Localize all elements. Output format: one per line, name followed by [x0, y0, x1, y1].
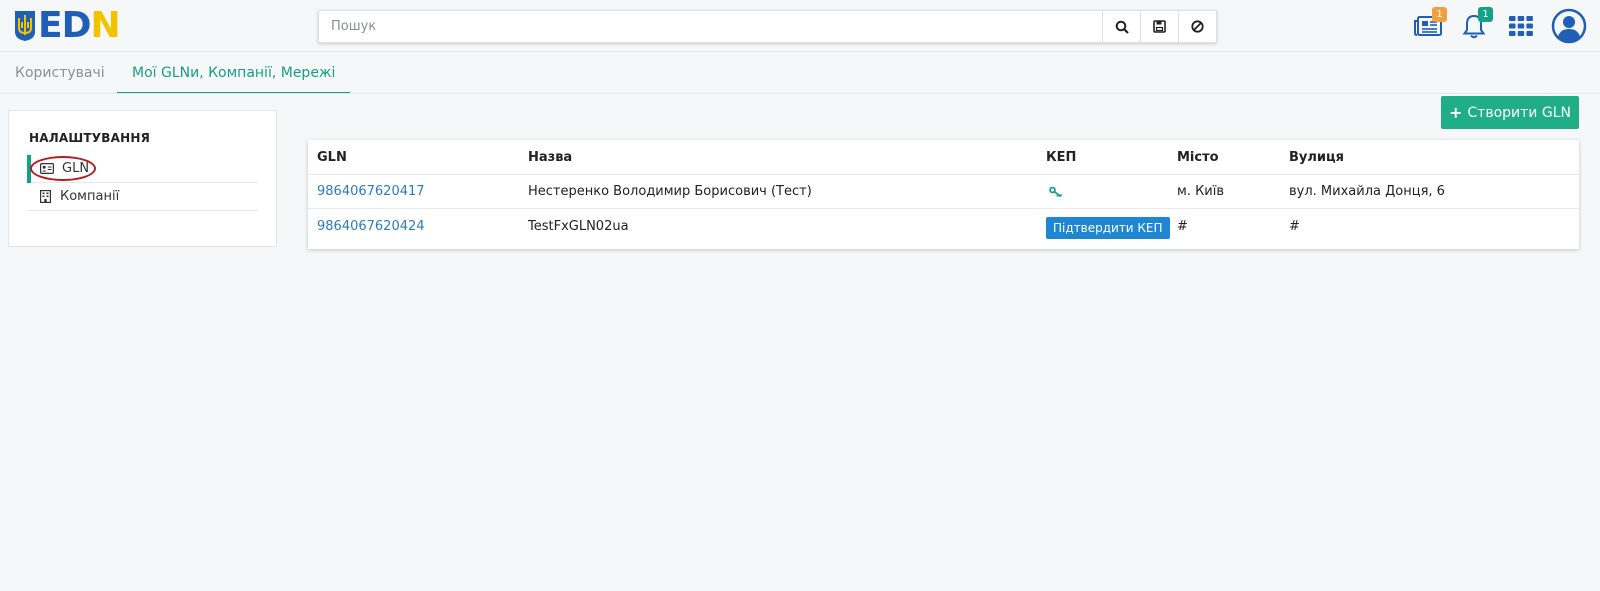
gln-link[interactable]: 9864067620424 [317, 219, 425, 234]
grid-apps-icon [1509, 16, 1533, 36]
floppy-disk-icon [1153, 20, 1166, 33]
edin-logo[interactable]: EDN [14, 5, 121, 46]
column-header-kep[interactable]: КЕП [1046, 140, 1076, 174]
kep-cell: Підтвердити КЕП [1046, 209, 1170, 249]
search-input[interactable] [319, 11, 1102, 42]
city-cell: м. Київ [1177, 184, 1225, 199]
tab-my-glns[interactable]: Мої GLNи, Компанії, Мережі [117, 52, 351, 94]
news-count-badge: 1 [1432, 7, 1447, 22]
search-bar [318, 10, 1217, 43]
plus-icon: + [1449, 103, 1463, 122]
name-cell: TestFxGLN02ua [528, 219, 629, 234]
table-row[interactable]: 9864067620417 Нестеренко Володимир Борис… [308, 175, 1579, 209]
tabs-divider [0, 93, 1600, 94]
tabs-bar: Користувачі Мої GLNи, Компанії, Мережі [0, 52, 1600, 94]
id-card-icon [40, 163, 54, 175]
table-header-row: GLN Назва КЕП Місто Вулиця [308, 140, 1579, 175]
gln-table: GLN Назва КЕП Місто Вулиця 9864067620417… [308, 140, 1579, 249]
notifications-count-badge: 1 [1478, 7, 1493, 22]
top-bar: EDN 1 1 [0, 0, 1600, 52]
sidebar-item-gln[interactable]: GLN [27, 155, 258, 183]
trident-shield-icon [15, 11, 35, 41]
news-button[interactable]: 1 [1412, 7, 1447, 42]
gln-cell: 9864067620424 [317, 209, 425, 249]
kep-cell [1046, 175, 1063, 208]
active-indicator [27, 155, 31, 183]
user-avatar-button[interactable] [1550, 7, 1588, 45]
tab-users[interactable]: Користувачі [15, 52, 105, 94]
column-header-gln[interactable]: GLN [317, 140, 347, 174]
column-header-city[interactable]: Місто [1177, 140, 1219, 174]
create-gln-button[interactable]: + Створити GLN [1441, 96, 1579, 129]
logo-text: EDN [38, 5, 121, 46]
street-cell: вул. Михайла Донця, 6 [1289, 184, 1445, 199]
column-header-street[interactable]: Вулиця [1289, 140, 1344, 174]
notifications-button[interactable]: 1 [1458, 7, 1493, 42]
building-icon [38, 190, 52, 203]
sidebar-item-label: Компанії [60, 189, 120, 204]
name-cell: Нестеренко Володимир Борисович (Тест) [528, 184, 812, 199]
sidebar-title: НАЛАШТУВАННЯ [29, 131, 151, 145]
search-icon [1115, 20, 1129, 34]
column-header-name[interactable]: Назва [528, 140, 572, 174]
create-gln-label: Створити GLN [1467, 104, 1571, 121]
sidebar-item-companies[interactable]: Компанії [27, 183, 258, 211]
key-icon[interactable] [1049, 186, 1063, 198]
apps-menu-button[interactable] [1505, 10, 1537, 42]
city-cell: # [1177, 219, 1188, 234]
search-button[interactable] [1102, 11, 1140, 42]
gln-cell: 9864067620417 [317, 175, 425, 208]
sidebar-item-label: GLN [62, 161, 90, 176]
save-search-button[interactable] [1140, 11, 1178, 42]
table-row[interactable]: 9864067620424 TestFxGLN02ua Підтвердити … [308, 209, 1579, 249]
clear-search-button[interactable] [1178, 11, 1216, 42]
user-avatar-icon [1551, 8, 1587, 44]
confirm-kep-button[interactable]: Підтвердити КЕП [1046, 217, 1170, 239]
settings-sidebar: НАЛАШТУВАННЯ GLN Компанії [8, 110, 277, 247]
gln-link[interactable]: 9864067620417 [317, 184, 425, 199]
street-cell: # [1289, 219, 1300, 234]
ban-icon [1191, 20, 1204, 33]
